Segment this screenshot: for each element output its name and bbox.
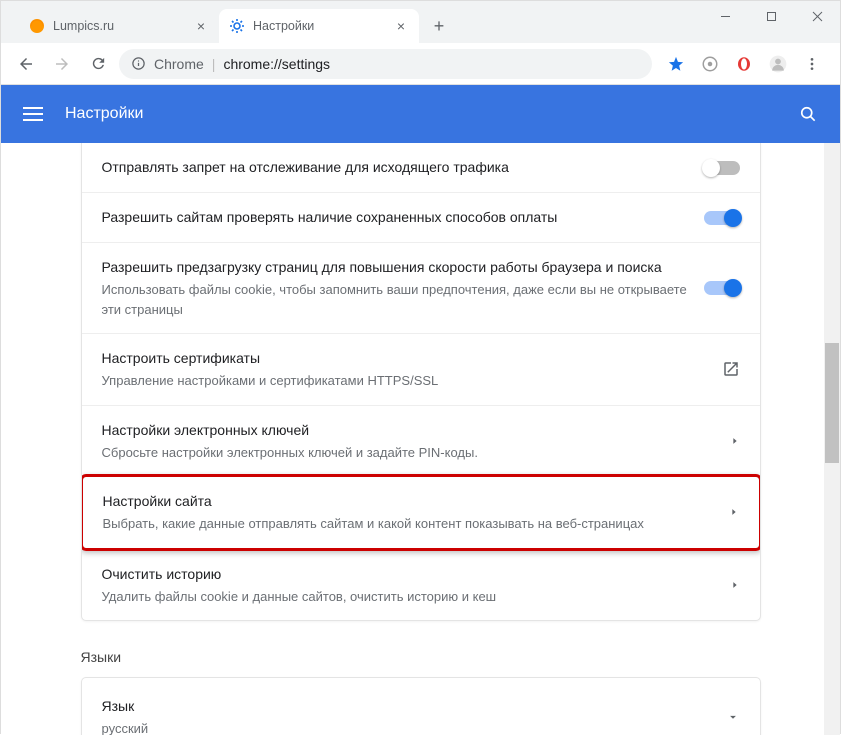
- setting-subtitle: Сбросьте настройки электронных ключей и …: [102, 443, 714, 463]
- tab-lumpics[interactable]: Lumpics.ru ×: [19, 9, 219, 43]
- setting-security-keys[interactable]: Настройки электронных ключей Сбросьте на…: [82, 405, 760, 477]
- toggle-payment-check[interactable]: [704, 211, 740, 225]
- address-bar[interactable]: Chrome | chrome://settings: [119, 49, 652, 79]
- settings-header: Настройки: [1, 85, 840, 143]
- new-tab-button[interactable]: +: [425, 12, 453, 40]
- setting-certificates[interactable]: Настроить сертификаты Управление настрой…: [82, 333, 760, 405]
- toggle-do-not-track[interactable]: [704, 161, 740, 175]
- language-row[interactable]: Язык русский: [82, 678, 760, 735]
- yandex-icon[interactable]: [698, 52, 722, 76]
- close-icon[interactable]: ×: [197, 18, 205, 34]
- chevron-down-icon: [726, 710, 740, 724]
- setting-title: Отправлять запрет на отслеживание для ис…: [102, 157, 688, 178]
- settings-scroll[interactable]: Отправлять запрет на отслеживание для ис…: [1, 143, 840, 735]
- maximize-button[interactable]: [748, 1, 794, 31]
- scrollbar[interactable]: [824, 143, 840, 735]
- toggle-preload[interactable]: [704, 281, 740, 295]
- privacy-card: Отправлять запрет на отслеживание для ис…: [81, 143, 761, 621]
- setting-title: Настройки электронных ключей: [102, 420, 714, 441]
- close-window-button[interactable]: [794, 1, 840, 31]
- forward-button[interactable]: [47, 49, 77, 79]
- reload-button[interactable]: [83, 49, 113, 79]
- omnibox-origin: Chrome: [154, 56, 204, 72]
- setting-title: Разрешить сайтам проверять наличие сохра…: [102, 207, 688, 228]
- opera-icon[interactable]: [732, 52, 756, 76]
- setting-title: Настроить сертификаты: [102, 348, 706, 369]
- tab-label: Lumpics.ru: [53, 19, 114, 33]
- scrollbar-thumb[interactable]: [825, 343, 839, 463]
- content-area: Отправлять запрет на отслеживание для ис…: [1, 143, 840, 735]
- window-titlebar: Lumpics.ru × Настройки × +: [1, 1, 840, 43]
- chevron-right-icon: [729, 507, 739, 517]
- star-icon[interactable]: [664, 52, 688, 76]
- setting-subtitle: Выбрать, какие данные отправлять сайтам …: [103, 514, 713, 534]
- favicon-orange-icon: [29, 18, 45, 34]
- setting-title: Разрешить предзагрузку страниц для повыш…: [102, 257, 688, 278]
- window-controls: [702, 1, 840, 31]
- tab-settings[interactable]: Настройки ×: [219, 9, 419, 43]
- setting-subtitle: русский: [102, 719, 710, 735]
- section-heading-languages: Языки: [81, 649, 761, 665]
- setting-clear-history[interactable]: Очистить историю Удалить файлы cookie и …: [82, 549, 760, 621]
- page-title: Настройки: [65, 105, 143, 123]
- hamburger-icon[interactable]: [23, 107, 43, 121]
- setting-do-not-track: Отправлять запрет на отслеживание для ис…: [82, 143, 760, 192]
- gear-icon: [229, 18, 245, 34]
- setting-payment-check: Разрешить сайтам проверять наличие сохра…: [82, 192, 760, 242]
- chevron-right-icon: [730, 580, 740, 590]
- toolbar-right: [658, 52, 830, 76]
- languages-card: Язык русский: [81, 677, 761, 735]
- setting-title: Язык: [102, 696, 710, 717]
- back-button[interactable]: [11, 49, 41, 79]
- setting-subtitle: Управление настройками и сертификатами H…: [102, 371, 706, 391]
- search-icon[interactable]: [798, 104, 818, 124]
- setting-site-settings[interactable]: Настройки сайта Выбрать, какие данные от…: [81, 474, 761, 551]
- launch-icon: [722, 360, 740, 378]
- omnibox-url: chrome://settings: [223, 56, 330, 72]
- setting-title: Очистить историю: [102, 564, 714, 585]
- setting-preload: Разрешить предзагрузку страниц для повыш…: [82, 242, 760, 333]
- info-icon: [131, 56, 146, 71]
- setting-subtitle: Использовать файлы cookie, чтобы запомни…: [102, 280, 688, 319]
- menu-dots-icon[interactable]: [800, 52, 824, 76]
- close-icon[interactable]: ×: [397, 18, 405, 34]
- tabs-strip: Lumpics.ru × Настройки × +: [1, 1, 453, 43]
- minimize-button[interactable]: [702, 1, 748, 31]
- setting-title: Настройки сайта: [103, 491, 713, 512]
- setting-subtitle: Удалить файлы cookie и данные сайтов, оч…: [102, 587, 714, 607]
- chevron-right-icon: [730, 436, 740, 446]
- profile-icon[interactable]: [766, 52, 790, 76]
- tab-label: Настройки: [253, 19, 314, 33]
- toolbar: Chrome | chrome://settings: [1, 43, 840, 85]
